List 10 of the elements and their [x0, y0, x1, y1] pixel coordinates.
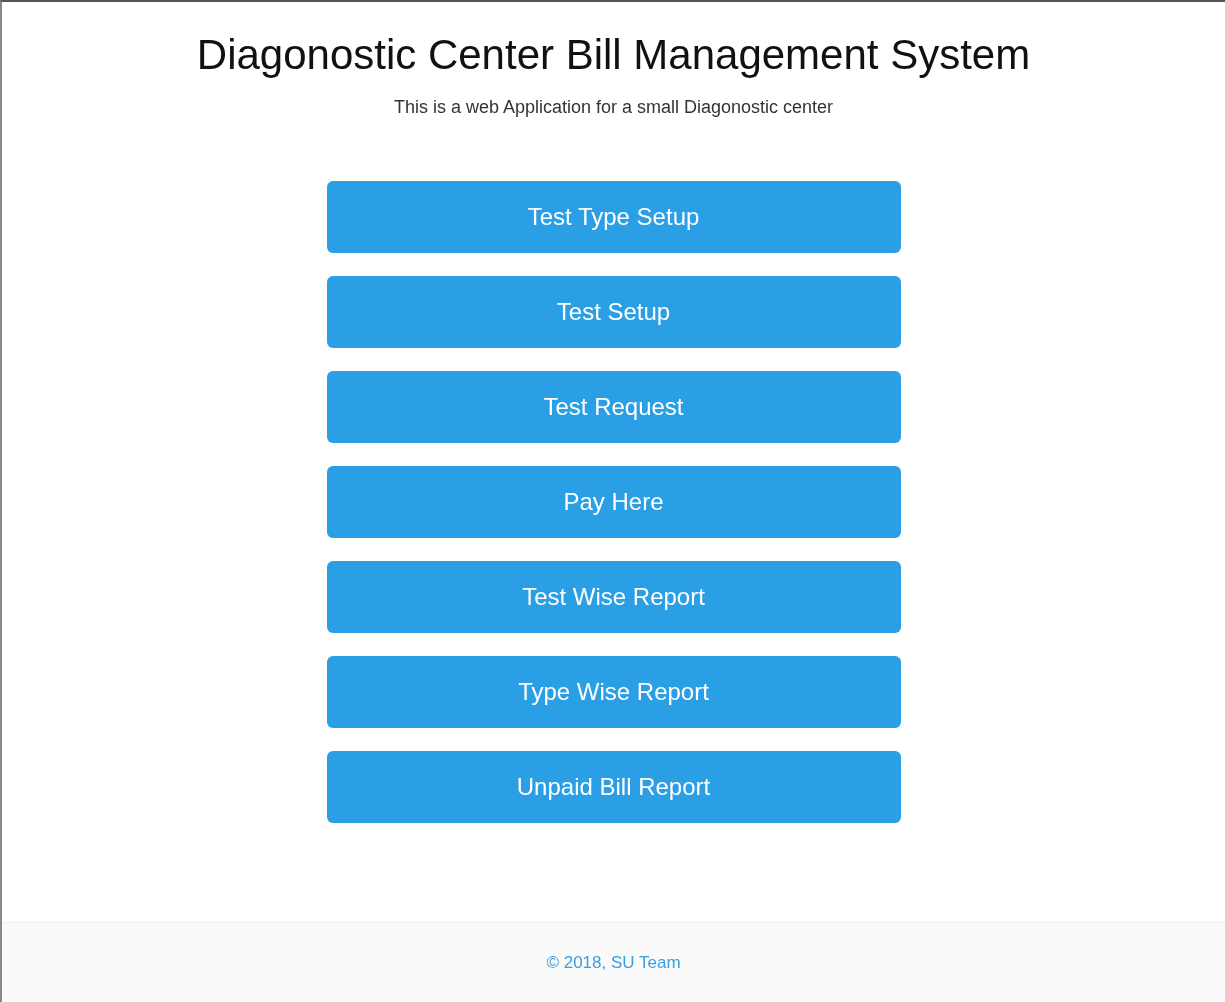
copyright-text: © 2018, SU Team — [546, 951, 681, 974]
menu-button[interactable]: Type Wise Report — [326, 656, 901, 729]
page-subtitle: This is a web Application for a small Diagonostic center — [392, 96, 835, 120]
menu-button[interactable]: Test Request — [326, 371, 901, 444]
menu-button[interactable]: Unpaid Bill Report — [326, 751, 901, 824]
menu-button[interactable]: Test Setup — [326, 276, 901, 349]
menu-button[interactable]: Test Type Setup — [326, 181, 901, 254]
menu-button[interactable]: Pay Here — [326, 466, 901, 539]
page-title: Diagonostic Center Bill Management System — [195, 30, 1032, 80]
menu-button[interactable]: Test Wise Report — [326, 561, 901, 634]
